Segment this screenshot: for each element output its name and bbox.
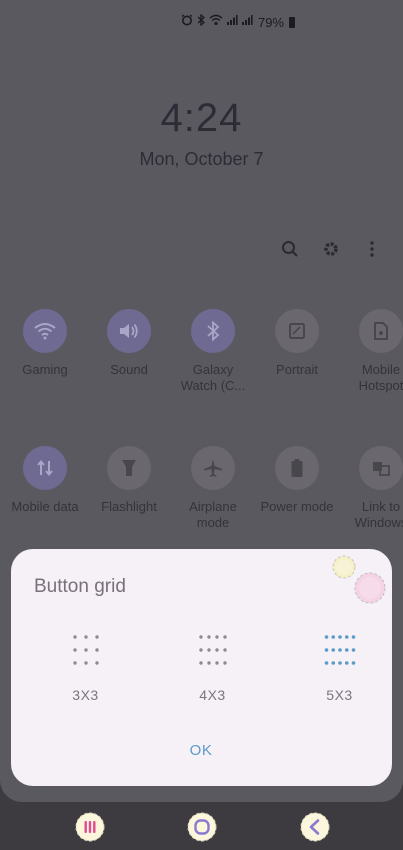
bluetooth-icon[interactable] [191,309,235,353]
signal-icon-2 [241,14,253,30]
grid-option-4x3[interactable]: 4X3 [160,633,265,703]
tile-airplane-mode[interactable]: Airplane mode [174,446,252,531]
tile-label: Galaxy Watch (C... [180,362,246,393]
flashlight-icon[interactable] [107,446,151,490]
mobile-data-icon[interactable] [23,446,67,490]
tile-label: Airplane mode [189,499,237,530]
tile-label: Gaming [22,362,68,377]
tile-label: Flashlight [101,499,157,514]
tile-portrait[interactable]: Portrait [258,309,336,394]
tile-link-to-windows[interactable]: Link to Windows [342,446,403,531]
clock: 4:24 [160,96,243,140]
date: Mon, October 7 [139,149,264,169]
tile-label: Mobile data [11,499,79,514]
home-icon[interactable] [187,812,217,842]
grid-option-label: 5X3 [326,687,353,703]
back-icon[interactable] [300,812,330,842]
tile-galaxy-watch[interactable]: Galaxy Watch (C... [174,309,252,394]
tile-label: Portrait [276,362,318,377]
tile-mobile-hotspot[interactable]: Mobile Hotspot [342,309,403,394]
tile-sound[interactable]: Sound [90,309,168,394]
tile-label: Link to Windows [354,499,403,530]
flower-decoration-icon [332,555,386,604]
tile-power-mode[interactable]: Power mode [258,446,336,531]
grid-option-3x3[interactable]: 3X3 [33,633,138,703]
grid-options: 3X3 4X3 5X3 [11,633,392,703]
grid-option-label: 4X3 [199,687,226,703]
button-grid-dialog: Button grid 3X3 4X3 5X3 OK [11,549,392,786]
grid-option-label: 3X3 [72,687,99,703]
signal-icon [226,14,238,30]
sound-icon[interactable] [107,309,151,353]
search-icon[interactable] [279,236,301,262]
rotate-icon[interactable] [275,309,319,353]
tile-gaming[interactable]: Gaming [6,309,84,394]
tile-mobile-data[interactable]: Mobile data [6,446,84,531]
wifi-status-icon [209,14,223,30]
quick-tiles-row-1: Gaming Sound Galaxy Watch (C... Portrait… [0,309,403,394]
grid-4x3-icon [198,635,227,665]
airplane-icon[interactable] [191,446,235,490]
battery-icon [289,16,295,28]
tile-label: Sound [110,362,148,377]
alarm-icon [181,14,193,30]
link-windows-icon[interactable] [359,446,403,490]
battery-percent: 79% [257,14,284,30]
recent-apps-icon[interactable] [75,812,105,842]
hotspot-icon[interactable] [359,309,403,353]
wifi-icon[interactable] [23,309,67,353]
top-actions [279,236,383,262]
tile-label: Mobile Hotspot [358,362,403,393]
grid-3x3-icon [72,635,99,665]
bluetooth-status-icon [196,13,206,30]
ok-button[interactable]: OK [171,737,231,765]
power-mode-icon[interactable] [275,446,319,490]
tile-label: Power mode [260,499,334,514]
dialog-title: Button grid [34,576,126,597]
grid-5x3-icon [324,635,355,665]
status-bar: 79% [181,13,295,30]
navigation-bar [0,802,403,850]
quick-tiles-row-2: Mobile data Flashlight Airplane mode Pow… [0,446,403,531]
more-options-icon[interactable] [361,236,383,262]
grid-option-5x3[interactable]: 5X3 [287,633,392,703]
tile-flashlight[interactable]: Flashlight [90,446,168,531]
settings-icon[interactable] [320,236,342,262]
